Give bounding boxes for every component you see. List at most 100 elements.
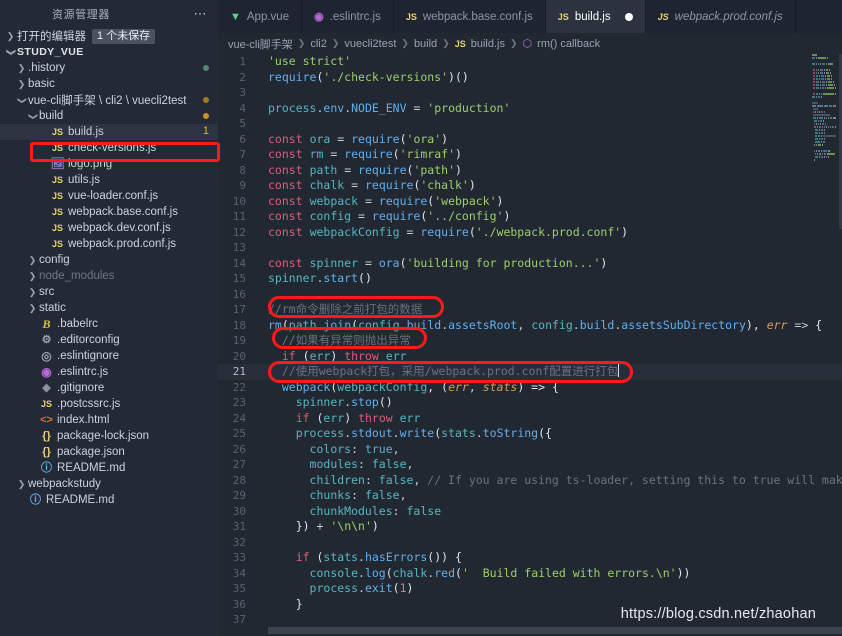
chevron-right-icon[interactable] <box>26 256 39 265</box>
chevron-right-icon[interactable] <box>26 288 39 297</box>
tree-item-.history[interactable]: .history <box>0 60 218 76</box>
code-line-32[interactable]: 32 <box>218 535 842 551</box>
code-line-22[interactable]: 22 webpack(webpackConfig, (err, stats) =… <box>218 380 842 396</box>
code-line-18[interactable]: 18 rm(path.join(config.build.assetsRoot, … <box>218 318 842 334</box>
token: ( <box>392 581 400 595</box>
chevron-down-icon[interactable] <box>26 112 39 121</box>
breadcrumb-symbol[interactable]: rm() callback <box>537 38 600 50</box>
symbol-function-icon: ⬡ <box>522 38 533 50</box>
code-line-11[interactable]: 11 const config = require('../config') <box>218 209 842 225</box>
chevron-right-icon[interactable] <box>15 480 28 489</box>
code-line-28[interactable]: 28 children: false, // If you are using … <box>218 473 842 489</box>
code-line-9[interactable]: 9 const chalk = require('chalk') <box>218 178 842 194</box>
token: ) <box>468 178 476 192</box>
dirty-indicator-icon[interactable] <box>624 12 633 21</box>
tree-item-.eslintrc.js[interactable]: ◉ .eslintrc.js <box>0 364 218 380</box>
token: ( <box>309 410 324 425</box>
code-line-15[interactable]: 15 spinner.start() <box>218 271 842 287</box>
tree-item-webpack.base.conf.js[interactable]: JS webpack.base.conf.js <box>0 204 218 220</box>
tab-webpack.prod.conf.js[interactable]: JS webpack.prod.conf.js <box>646 0 796 33</box>
code-line-5[interactable]: 5 <box>218 116 842 132</box>
tree-item-.gitignore[interactable]: ◆ .gitignore <box>0 380 218 396</box>
code-line-16[interactable]: 16 <box>218 287 842 303</box>
tree-item-static[interactable]: static <box>0 300 218 316</box>
code-line-31[interactable]: 31 }) + '\n\n') <box>218 519 842 535</box>
tab-build.js[interactable]: JS build.js <box>545 0 646 33</box>
horizontal-scrollbar[interactable] <box>268 627 842 634</box>
code-line-21[interactable]: 21 //使用webpack打包，采用/webpack.prod.conf配置进… <box>218 364 842 380</box>
code-line-12[interactable]: 12 const webpackConfig = require('./webpa… <box>218 225 842 241</box>
tree-item-webpack.prod.conf.js[interactable]: JS webpack.prod.conf.js <box>0 236 218 252</box>
tree-item-.eslintignore[interactable]: ◎ .eslintignore <box>0 348 218 364</box>
code-line-25[interactable]: 25 process.stdout.write(stats.toString({ <box>218 426 842 442</box>
chevron-right-icon[interactable] <box>26 304 39 313</box>
code-text: spinner.stop() <box>268 395 393 411</box>
code-editor[interactable]: 1'use strict' 2 require('./check-versions'… <box>218 54 842 636</box>
tree-item-readme.md[interactable]: ⓘ README.md <box>0 492 218 508</box>
code-line-29[interactable]: 29 chunks: false, <box>218 488 842 504</box>
open-editors-section[interactable]: 打开的编辑器 1 个未保存 <box>0 28 218 44</box>
code-line-10[interactable]: 10 const webpack = require('webpack') <box>218 194 842 210</box>
tree-item-package.json[interactable]: {} package.json <box>0 444 218 460</box>
chevron-right-icon[interactable] <box>26 272 39 281</box>
tree-item-index.html[interactable]: <> index.html <box>0 412 218 428</box>
minimap-token <box>822 93 824 95</box>
tree-item-build.js[interactable]: JS build.js 1 <box>0 124 218 140</box>
code-line-27[interactable]: 27 modules: false, <box>218 457 842 473</box>
breadcrumb-part[interactable]: build <box>414 38 437 50</box>
tab-webpack.base.conf.js[interactable]: JS webpack.base.conf.js <box>394 0 546 33</box>
code-line-7[interactable]: 7 const rm = require('rimraf') <box>218 147 842 163</box>
chevron-right-icon[interactable] <box>15 64 28 73</box>
breadcrumb-file[interactable]: build.js <box>471 38 505 50</box>
tree-item-webpackstudy[interactable]: webpackstudy <box>0 476 218 492</box>
code-line-4[interactable]: 4 process.env.NODE_ENV = 'production' <box>218 101 842 117</box>
tree-item-readme.md[interactable]: ⓘ README.md <box>0 460 218 476</box>
minimap[interactable] <box>810 54 836 636</box>
code-line-8[interactable]: 8 const path = require('path') <box>218 163 842 179</box>
tree-item-check-versions.js[interactable]: JS check-versions.js <box>0 140 218 156</box>
tree-item-node_modules[interactable]: node_modules <box>0 268 218 284</box>
code-line-19[interactable]: 19 //如果有异常则抛出异常 <box>218 333 842 349</box>
code-line-26[interactable]: 26 colors: true, <box>218 442 842 458</box>
breadcrumb-part[interactable]: cli2 <box>310 38 327 50</box>
code-line-13[interactable]: 13 <box>218 240 842 256</box>
tree-item-src[interactable]: src <box>0 284 218 300</box>
tree-item-.editorconfig[interactable]: ⚙ .editorconfig <box>0 332 218 348</box>
tree-item-config[interactable]: config <box>0 252 218 268</box>
code-line-20[interactable]: 20 if (err) throw err <box>218 349 842 365</box>
code-line-2[interactable]: 2 require('./check-versions')() <box>218 70 842 86</box>
code-line-24[interactable]: 24 if (err) throw err <box>218 411 842 427</box>
breadcrumb-part[interactable]: vuecli2test <box>344 38 396 50</box>
tab-app.vue[interactable]: ▼ App.vue <box>218 0 303 33</box>
code-line-14[interactable]: 14 const spinner = ora('building for prod… <box>218 256 842 272</box>
tree-item-webpack.dev.conf.js[interactable]: JS webpack.dev.conf.js <box>0 220 218 236</box>
tree-item-vue-loader.conf.js[interactable]: JS vue-loader.conf.js <box>0 188 218 204</box>
tree-item-.postcssrc.js[interactable]: JS .postcssrc.js <box>0 396 218 412</box>
chevron-right-icon[interactable] <box>15 80 28 89</box>
code-line-33[interactable]: 33 if (stats.hasErrors()) { <box>218 550 842 566</box>
tree-item-.babelrc[interactable]: B .babelrc <box>0 316 218 332</box>
code-line-34[interactable]: 34 console.log(chalk.red(' Build failed … <box>218 566 842 582</box>
tree-item-basic[interactable]: basic <box>0 76 218 92</box>
tree-item-utils.js[interactable]: JS utils.js <box>0 172 218 188</box>
tree-item-package-lock.json[interactable]: {} package-lock.json <box>0 428 218 444</box>
code-line-30[interactable]: 30 chunkModules: false <box>218 504 842 520</box>
tab-.eslintrc.js[interactable]: ◉ .eslintrc.js <box>302 0 394 33</box>
ellipsis-icon[interactable]: ⋯ <box>194 7 209 20</box>
workspace-root-row[interactable]: STUDY_VUE <box>0 44 218 60</box>
code-line-3[interactable]: 3 <box>218 85 842 101</box>
code-line-6[interactable]: 6 const ora = require('ora') <box>218 132 842 148</box>
code-line-35[interactable]: 35 process.exit(1) <box>218 581 842 597</box>
code-lines[interactable]: 1'use strict' 2 require('./check-versions'… <box>218 54 842 636</box>
tree-item-build[interactable]: build <box>0 108 218 124</box>
code-line-17[interactable]: 17 //rm命令删除之前打包的数据 <box>218 302 842 318</box>
tree-item-logo.png[interactable]: 🖼 logo.png <box>0 156 218 172</box>
breadcrumb-part[interactable]: vue-cli脚手架 <box>228 36 293 52</box>
code-line-23[interactable]: 23 spinner.stop() <box>218 395 842 411</box>
tree-item-vue-cli-cli2-vuecli2test[interactable]: vue-cli脚手架 \ cli2 \ vuecli2test <box>0 92 218 108</box>
code-line-1[interactable]: 1 'use strict' <box>218 54 842 70</box>
chevron-down-icon[interactable] <box>15 96 28 105</box>
